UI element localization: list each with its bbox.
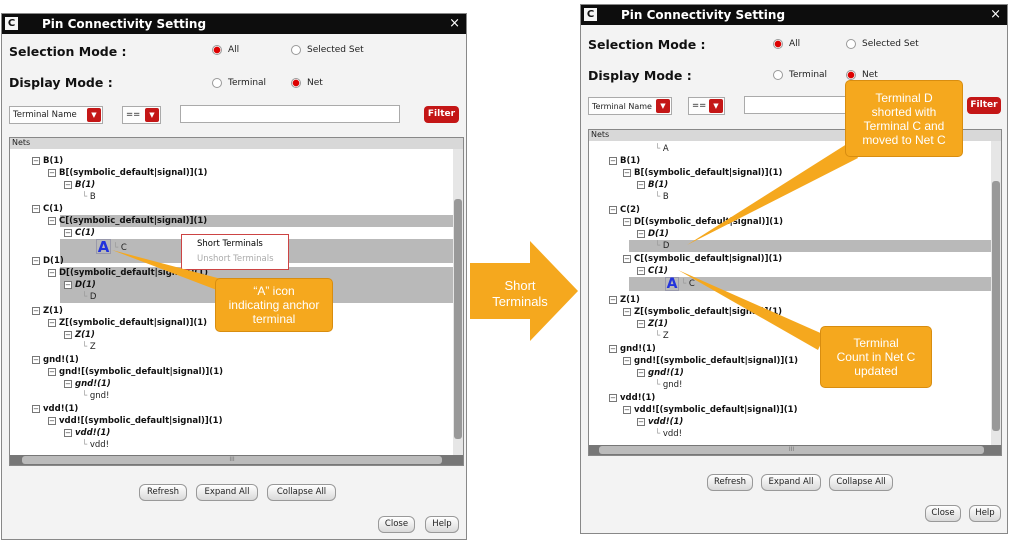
callout-pointer-shape <box>678 270 825 350</box>
callout-text: Terminal D <box>875 90 933 105</box>
callout-text: Count in Net C <box>836 350 916 364</box>
callout-text: shorted with <box>871 104 937 119</box>
callout-text: moved to Net C <box>862 132 946 147</box>
shorted-terminal-callout: Terminal D shorted with Terminal C and m… <box>845 80 963 157</box>
callout-pointer-shape <box>687 142 858 245</box>
callout-text: Terminal C and <box>863 118 945 133</box>
callout-text: Terminal <box>853 336 899 350</box>
terminal-count-callout: Terminal Count in Net C updated <box>820 326 932 388</box>
callout-text: updated <box>854 364 898 378</box>
